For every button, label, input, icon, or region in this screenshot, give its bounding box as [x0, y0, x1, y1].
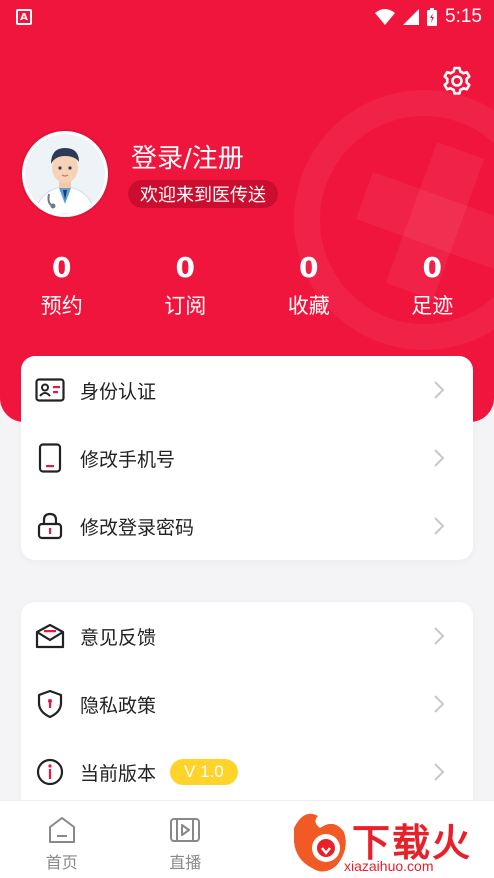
menu-item-feedback[interactable]: 意见反馈: [21, 602, 473, 670]
phone-icon: [35, 443, 65, 473]
menu-item-label: 意见反馈: [80, 626, 157, 649]
chevron-right-icon: [434, 763, 445, 781]
nav-label: 直播: [169, 853, 202, 872]
menu-item-change-password[interactable]: 修改登录密码: [21, 492, 473, 560]
notification-a-icon: A: [16, 9, 32, 25]
stats-bar: 0 预约 0 订阅 0 收藏 0 足迹: [0, 250, 494, 320]
chevron-right-icon: [434, 695, 445, 713]
nav-label: 首页: [45, 853, 78, 872]
menu-item-identity-verification[interactable]: 身份认证: [21, 356, 473, 424]
info-icon: [35, 757, 65, 787]
menu-item-label: 身份认证: [80, 380, 157, 403]
stat-value: 0: [52, 251, 72, 284]
menu-item-label: 当前版本: [80, 762, 157, 785]
nav-live[interactable]: 直播: [124, 801, 248, 878]
settings-gear-icon[interactable]: [440, 64, 474, 98]
menu-item-privacy-policy[interactable]: 隐私政策: [21, 670, 473, 738]
menu-item-label: 隐私政策: [80, 694, 157, 717]
stat-subscriptions[interactable]: 0 订阅: [124, 250, 248, 320]
menu-item-current-version[interactable]: 当前版本 V 1.0: [21, 738, 473, 806]
lock-icon: [35, 511, 65, 541]
stat-label: 订阅: [164, 294, 207, 318]
live-video-icon: [170, 818, 201, 842]
home-icon: [48, 817, 75, 843]
watermark-brand-site: xiazaihuo.com: [344, 858, 434, 874]
chevron-right-icon: [434, 627, 445, 645]
menu-item-label: 修改登录密码: [80, 516, 195, 539]
doctor-avatar[interactable]: [22, 131, 108, 217]
stat-appointments[interactable]: 0 预约: [0, 250, 124, 320]
stat-history[interactable]: 0 足迹: [371, 250, 494, 320]
chevron-right-icon: [434, 381, 445, 399]
stat-value: 0: [299, 251, 319, 284]
status-time: 5:15: [445, 6, 482, 27]
stat-label: 预约: [40, 294, 83, 318]
shield-icon: [35, 689, 65, 719]
nav-home[interactable]: 首页: [0, 801, 124, 878]
stat-value: 0: [175, 251, 195, 284]
login-register-link[interactable]: 登录/注册: [131, 138, 244, 175]
menu-item-label: 修改手机号: [80, 448, 176, 471]
feedback-mail-icon: [35, 621, 65, 651]
chevron-right-icon: [434, 517, 445, 535]
id-card-icon: [35, 375, 65, 405]
chevron-right-icon: [434, 449, 445, 467]
signal-icon: [403, 9, 420, 25]
menu-item-change-phone[interactable]: 修改手机号: [21, 424, 473, 492]
stat-value: 0: [422, 251, 442, 284]
account-settings-card: 身份认证 修改手机号 修改登录密码: [21, 356, 473, 560]
status-bar: A 5:15: [0, 0, 494, 34]
stat-favorites[interactable]: 0 收藏: [247, 250, 371, 320]
version-badge: V 1.0: [170, 759, 238, 785]
stat-label: 足迹: [411, 294, 454, 318]
battery-icon: [427, 8, 438, 26]
wifi-icon: [375, 9, 396, 25]
info-card: 意见反馈 隐私政策 当前版本 V 1.0: [21, 602, 473, 812]
welcome-badge: 欢迎来到医传送: [128, 180, 278, 208]
stat-label: 收藏: [287, 294, 330, 318]
